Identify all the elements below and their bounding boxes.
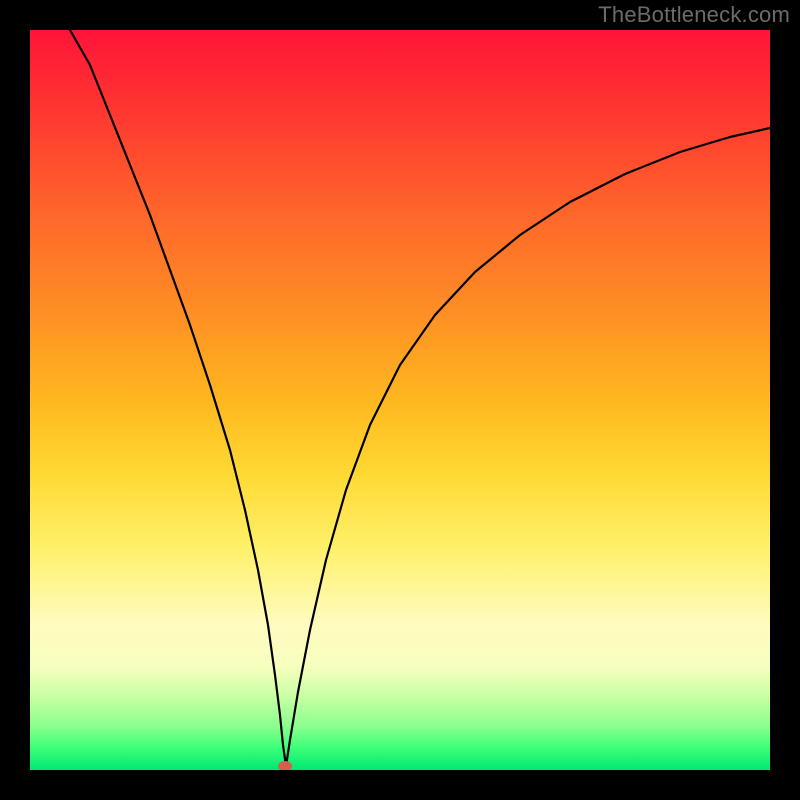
bottleneck-curve-right xyxy=(286,128,770,766)
chart-frame: TheBottleneck.com xyxy=(0,0,800,800)
plot-area xyxy=(30,30,770,770)
watermark-text: TheBottleneck.com xyxy=(598,2,790,28)
bottleneck-curve-left xyxy=(70,30,286,766)
current-point-marker xyxy=(278,761,292,770)
plot-svg xyxy=(30,30,770,770)
